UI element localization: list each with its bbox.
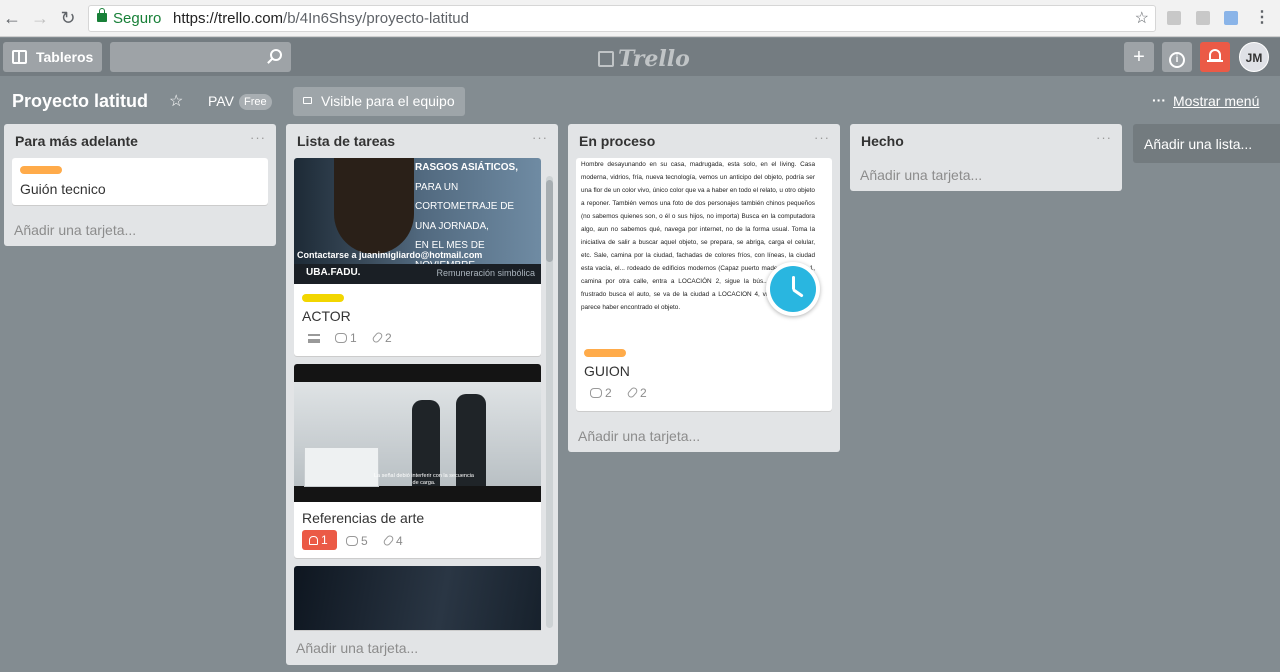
card-title: Guión tecnico — [20, 181, 106, 197]
card-cover-image: RASGOS ASIÁTICOS, PARA UN CORTOMETRAJE D… — [294, 158, 541, 284]
list-hecho: Hecho ··· Añadir una tarjeta... — [850, 124, 1122, 191]
add-card-button[interactable]: Añadir una tarjeta... — [296, 640, 418, 656]
notifications-button[interactable] — [1200, 42, 1230, 72]
card[interactable]: Guión tecnico — [12, 158, 268, 205]
attachments-badge: 2 — [371, 331, 392, 345]
card[interactable] — [294, 566, 541, 630]
bookmark-star-icon[interactable]: ☆ — [1135, 6, 1149, 31]
bell-icon — [1207, 49, 1223, 62]
back-icon[interactable]: ← — [2, 8, 22, 28]
card[interactable]: RASGOS ASIÁTICOS, PARA UN CORTOMETRAJE D… — [294, 158, 541, 356]
card-cover-image — [294, 566, 541, 630]
avatar[interactable]: JM — [1239, 42, 1269, 72]
comments-badge: 1 — [335, 331, 357, 345]
add-list-button[interactable]: Añadir una lista... — [1133, 124, 1280, 163]
list-lista-de-tareas: Lista de tareas ··· RASGOS ASIÁTICOS, PA… — [286, 124, 558, 665]
comment-icon — [335, 333, 347, 343]
description-icon — [308, 331, 320, 345]
comments-badge: 2 — [590, 386, 612, 400]
boards-label: Tableros — [36, 49, 94, 65]
team-name[interactable]: PAV — [208, 93, 234, 109]
plus-icon: + — [1133, 46, 1145, 68]
clock-icon[interactable] — [766, 262, 820, 316]
browser-menu-icon[interactable]: ⋮ — [1254, 7, 1270, 27]
attachments-badge: 4 — [382, 534, 403, 548]
extension-icon[interactable] — [1196, 11, 1210, 25]
reload-icon[interactable]: ↻ — [58, 8, 78, 28]
more-icon[interactable]: ··· — [1152, 92, 1166, 108]
cover-footer: UBA.FADU. Remuneración simbólica — [294, 264, 541, 284]
info-button[interactable]: i — [1162, 42, 1192, 72]
address-bar[interactable]: Seguro https://trello.com/b/4In6Shsy/pro… — [88, 5, 1156, 32]
search-icon[interactable] — [270, 49, 282, 61]
card-cover-document: Hombre desayunando en su casa, madrugada… — [581, 161, 815, 311]
comment-icon — [346, 536, 358, 546]
paperclip-icon — [382, 534, 395, 547]
paperclip-icon — [371, 331, 384, 344]
add-card-button[interactable]: Añadir una tarjeta... — [860, 167, 982, 183]
comment-icon — [590, 388, 602, 398]
extension-icon[interactable] — [1224, 11, 1238, 25]
card-title: Referencias de arte — [302, 510, 425, 526]
forward-icon[interactable]: → — [30, 8, 50, 28]
card-title: GUION — [584, 363, 630, 379]
card-label — [584, 349, 626, 357]
show-menu-link[interactable]: Mostrar menú — [1173, 93, 1259, 109]
scrollbar-thumb[interactable] — [546, 180, 553, 262]
card-label — [302, 294, 344, 302]
board-title[interactable]: Proyecto latitud — [12, 91, 148, 112]
bell-icon — [309, 536, 318, 545]
add-button[interactable]: + — [1124, 42, 1154, 72]
list-title[interactable]: Hecho — [861, 133, 904, 149]
attachments-badge: 2 — [626, 386, 647, 400]
list-title[interactable]: En proceso — [579, 133, 655, 149]
secure-lock-icon — [97, 8, 107, 22]
trello-logo-icon — [598, 51, 614, 67]
list-menu-icon[interactable]: ··· — [814, 130, 830, 145]
boards-icon — [12, 50, 27, 64]
list-menu-icon[interactable]: ··· — [532, 130, 548, 145]
browser-toolbar: ← → ↻ Seguro https://trello.com/b/4In6Sh… — [0, 0, 1280, 37]
boards-button[interactable]: Tableros — [3, 42, 102, 72]
search-input[interactable] — [110, 42, 291, 72]
list-menu-icon[interactable]: ··· — [1096, 130, 1112, 145]
list-menu-icon[interactable]: ··· — [250, 130, 266, 145]
add-card-button[interactable]: Añadir una tarjeta... — [14, 222, 136, 238]
star-icon[interactable]: ☆ — [169, 91, 183, 111]
visibility-button[interactable]: Visible para el equipo — [293, 87, 465, 116]
extension-icon[interactable] — [1167, 11, 1181, 25]
card-cover-image: La señal debió interferir con la secuenc… — [294, 364, 541, 502]
info-icon: i — [1169, 52, 1185, 68]
card-label — [20, 166, 62, 174]
list-scrollbar[interactable] — [546, 176, 553, 628]
comments-badge: 5 — [346, 534, 368, 548]
visibility-label: Visible para el equipo — [321, 93, 455, 109]
add-card-button[interactable]: Añadir una tarjeta... — [578, 428, 700, 444]
list-title[interactable]: Lista de tareas — [297, 133, 395, 149]
actor-photo — [334, 158, 414, 254]
app-header: Tableros Trello + i JM — [0, 38, 1280, 76]
card[interactable]: La señal debió interferir con la secuenc… — [294, 364, 541, 558]
list-title[interactable]: Para más adelante — [15, 133, 138, 149]
secure-label: Seguro — [113, 10, 162, 27]
card-title: ACTOR — [302, 308, 351, 324]
cover-subtitle: La señal debió interferir con la secuenc… — [374, 473, 474, 486]
trello-logo[interactable]: Trello — [598, 46, 690, 72]
cover-contact: Contactarse a juanimigliardo@hotmail.com — [297, 250, 483, 260]
free-badge: Free — [239, 94, 272, 110]
notification-badge: 1 — [302, 530, 337, 550]
team-icon — [303, 97, 312, 104]
url-text: https://trello.com/b/4In6Shsy/proyecto-l… — [173, 10, 469, 27]
list-para-mas-adelante: Para más adelante ··· Guión tecnico Añad… — [4, 124, 276, 246]
paperclip-icon — [626, 386, 639, 399]
